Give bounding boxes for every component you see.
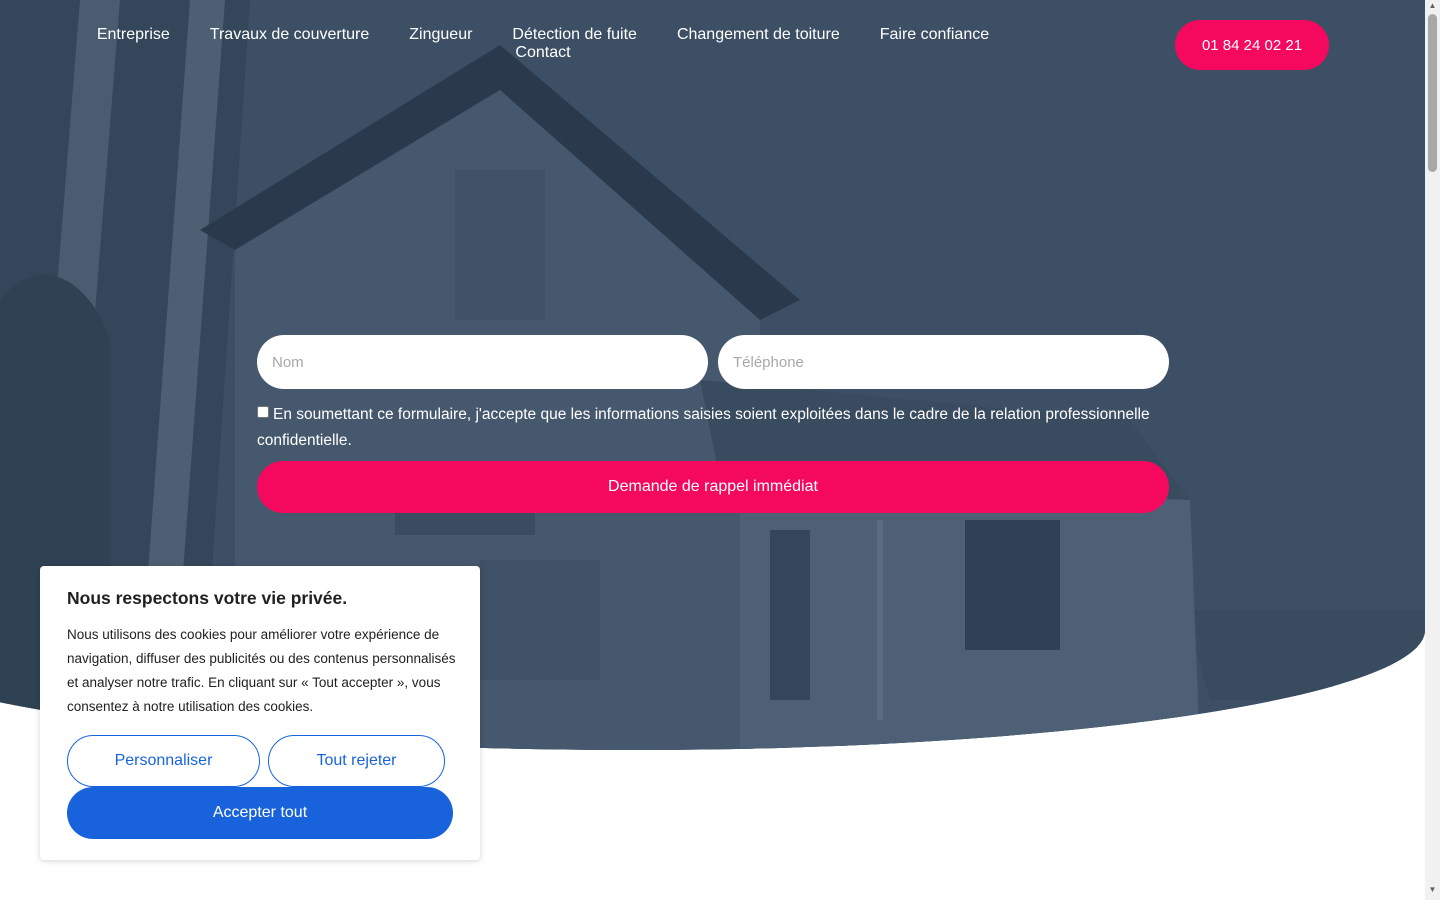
reject-all-button[interactable]: Tout rejeter [268,735,445,787]
page: Entreprise Travaux de couverture Zingueu… [0,0,1440,900]
phone-input[interactable] [718,335,1169,389]
nav-item-detection-de-fuite[interactable]: Détection de fuite [512,26,637,44]
phone-button[interactable]: 01 84 24 02 21 [1175,20,1329,70]
accept-all-button[interactable]: Accepter tout [67,787,453,839]
customize-button[interactable]: Personnaliser [67,735,260,787]
scroll-down-arrow-icon[interactable]: ▼ [1428,886,1437,894]
callback-request-button[interactable]: Demande de rappel immédiat [257,461,1169,513]
cookie-title: Nous respectons votre vie privée. [67,588,348,608]
nav-item-travaux-de-couverture[interactable]: Travaux de couverture [210,26,369,44]
nav-item-faire-confiance[interactable]: Faire confiance [880,26,989,44]
name-input[interactable] [257,335,708,389]
scrollbar-thumb[interactable] [1428,14,1437,172]
consent-row: En soumettant ce formulaire, j'accepte q… [257,402,1157,454]
nav-item-contact[interactable]: Contact [515,44,570,62]
nav-item-zingueur[interactable]: Zingueur [409,26,472,44]
nav-item-entreprise[interactable]: Entreprise [97,26,170,44]
vertical-scrollbar[interactable]: ▲ ▼ [1425,0,1440,900]
consent-checkbox[interactable] [257,406,269,418]
nav-item-changement-de-toiture[interactable]: Changement de toiture [677,26,840,44]
main-nav: Entreprise Travaux de couverture Zingueu… [68,26,1018,62]
consent-label: En soumettant ce formulaire, j'accepte q… [257,406,1150,449]
scroll-up-arrow-icon[interactable]: ▲ [1428,2,1437,10]
cookie-consent-banner: Nous respectons votre vie privée. Nous u… [40,566,480,860]
cookie-description: Nous utilisons des cookies pour améliore… [67,627,456,714]
